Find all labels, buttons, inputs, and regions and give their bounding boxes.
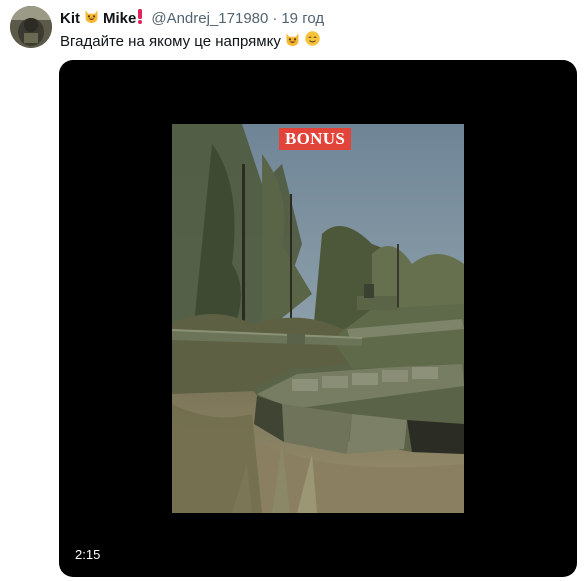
exclamation-icon: [137, 8, 143, 30]
video-thumbnail: BONUS: [172, 124, 464, 513]
tweet-text-content: Вгадайте на якому це напрямку: [60, 32, 281, 50]
grinning-cat-icon: [83, 7, 100, 30]
relieved-face-icon: [304, 30, 321, 53]
bonus-badge: BONUS: [279, 128, 352, 150]
display-name-part1: Kit: [60, 9, 80, 27]
display-name[interactable]: Kit Mike: [60, 7, 143, 30]
tweet-text: Вгадайте на якому це напрямку: [60, 30, 324, 53]
tweet[interactable]: Kit Mike @Andrej_171980 · 19 год Вгадайт…: [0, 0, 586, 581]
separator-dot: ·: [272, 9, 278, 27]
video-duration: 2:15: [75, 547, 101, 562]
handle[interactable]: @Andrej_171980: [151, 9, 268, 29]
tweet-header: Kit Mike @Andrej_171980 · 19 год: [60, 7, 324, 30]
grinning-cat-icon: [284, 30, 301, 53]
video-player[interactable]: BONUS 2:15: [59, 60, 577, 577]
display-name-part2: Mike: [103, 9, 137, 27]
timestamp[interactable]: 19 год: [281, 9, 324, 29]
avatar[interactable]: [10, 6, 52, 48]
